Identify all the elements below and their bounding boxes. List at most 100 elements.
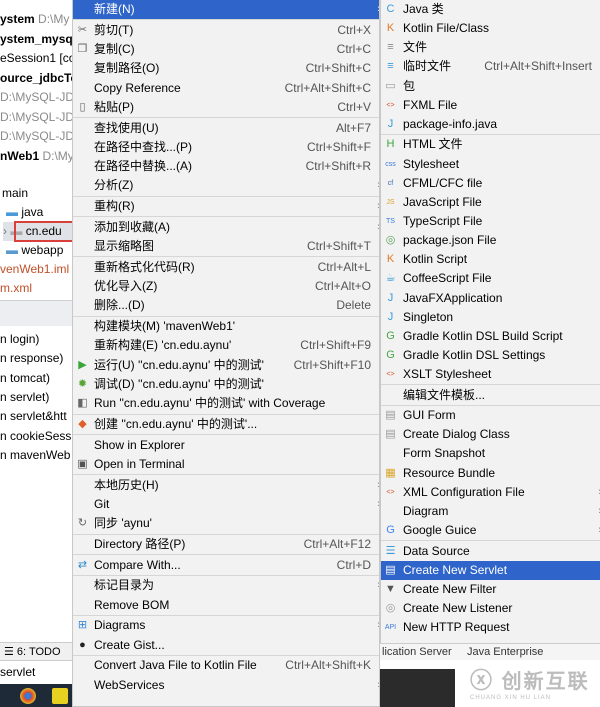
- menu-item[interactable]: ↻ 同步 'aynu': [73, 514, 379, 533]
- menu-item[interactable]: ☰ Data Source: [381, 542, 600, 561]
- menu-item[interactable]: WebServices›: [73, 676, 379, 695]
- tree-node[interactable]: ource_jdbcTe: [0, 69, 72, 88]
- menu-item[interactable]: GGoogle Guice›: [381, 521, 600, 540]
- menu-item[interactable]: ▣ Open in Terminal: [73, 455, 379, 474]
- file-icon: ≡: [387, 41, 394, 54]
- menu-item[interactable]: Diagram›: [381, 502, 600, 521]
- menu-item[interactable]: 复制路径(O) Ctrl+Shift+C: [73, 59, 379, 78]
- menu-item[interactable]: 重构(R)›: [73, 197, 379, 216]
- menu-item[interactable]: ◆ 创建 ''cn.edu.aynu' 中的测试'...: [73, 415, 379, 434]
- menu-item[interactable]: ◧ Run ''cn.edu.aynu' 中的测试' with Coverage: [73, 394, 379, 413]
- menu-item[interactable]: K Kotlin Script: [381, 250, 600, 269]
- menu-item[interactable]: 优化导入(Z) Ctrl+Alt+O: [73, 277, 379, 296]
- menu-item[interactable]: 重新格式化代码(R) Ctrl+Alt+L: [73, 258, 379, 277]
- tree-node-main[interactable]: main: [2, 184, 28, 203]
- menu-item[interactable]: ▦ Resource Bundle: [381, 464, 600, 483]
- menu-item[interactable]: ▭ 包: [381, 77, 600, 96]
- run-config-item[interactable]: n servlet&htt: [0, 407, 67, 426]
- menu-item[interactable]: 新建(N)›: [73, 0, 379, 20]
- menu-item[interactable]: Convert Java File to Kotlin File Ctrl+Alt…: [73, 656, 379, 675]
- todo-tab[interactable]: ☰ 6: TODO: [0, 642, 72, 660]
- menu-item[interactable]: css Stylesheet: [381, 155, 600, 174]
- menu-item[interactable]: 分析(Z)›: [73, 176, 379, 195]
- run-config-item[interactable]: n response): [0, 349, 63, 368]
- menu-item[interactable]: 在路径中查找...(P) Ctrl+Shift+F: [73, 138, 379, 157]
- menu-item[interactable]: cf CFML/CFC file: [381, 174, 600, 193]
- menu-item[interactable]: J JavaFXApplication: [381, 289, 600, 308]
- menu-item[interactable]: 编辑文件模板...: [381, 386, 600, 405]
- menu-item[interactable]: ▤ Create Dialog Class: [381, 425, 600, 444]
- run-config-item[interactable]: n servlet): [0, 388, 49, 407]
- chrome-icon[interactable]: [20, 688, 36, 704]
- run-config-item[interactable]: n login): [0, 330, 39, 349]
- menu-item[interactable]: 构建模块(M) 'mavenWeb1': [73, 317, 379, 336]
- menu-item[interactable]: Copy Reference Ctrl+Alt+Shift+C: [73, 79, 379, 98]
- menu-item[interactable]: ✹ 调试(D) ''cn.edu.aynu' 中的测试': [73, 375, 379, 394]
- menu-item[interactable]: Show in Explorer: [73, 436, 379, 455]
- run-config-item[interactable]: n tomcat): [0, 369, 50, 388]
- tree-node-pom[interactable]: m.xml: [0, 279, 32, 298]
- menu-item[interactable]: ▼ Create New Filter: [381, 580, 600, 599]
- menu-item[interactable]: ≡ 文件: [381, 38, 600, 57]
- menu-item[interactable]: J Singleton: [381, 308, 600, 327]
- tree-node-iml[interactable]: venWeb1.iml: [0, 260, 69, 279]
- menu-item-label: 构建模块(M) 'mavenWeb1': [94, 319, 236, 334]
- menu-item[interactable]: ☕ CoffeeScript File: [381, 269, 600, 288]
- menu-item[interactable]: Jpackage-info.java: [381, 115, 600, 134]
- menu-item[interactable]: 在路径中替换...(A) Ctrl+Shift+R: [73, 157, 379, 176]
- menu-item[interactable]: ✂ 剪切(T) Ctrl+X: [73, 21, 379, 40]
- menu-item[interactable]: 显示缩略图 Ctrl+Shift+T: [73, 237, 379, 256]
- menu-item-label: 显示缩略图: [94, 239, 155, 254]
- tree-node-java[interactable]: ▬ java: [6, 203, 43, 222]
- menu-item[interactable]: <>XML Configuration File›: [381, 483, 600, 502]
- menu-item[interactable]: Form Snapshot: [381, 444, 600, 463]
- menu-item[interactable]: ● Create Gist...: [73, 636, 379, 655]
- run-config-item[interactable]: n mavenWeb: [0, 446, 70, 465]
- menu-item[interactable]: G Gradle Kotlin DSL Build Script: [381, 327, 600, 346]
- menu-item[interactable]: ❐ 复制(C) Ctrl+C: [73, 40, 379, 59]
- menu-item[interactable]: Remove BOM: [73, 596, 379, 615]
- menu-item[interactable]: Git›: [73, 495, 379, 514]
- menu-item[interactable]: TS TypeScript File: [381, 212, 600, 231]
- menu-item[interactable]: ▤ GUI Form: [381, 406, 600, 425]
- tab-java-enterprise[interactable]: Java Enterprise: [467, 646, 543, 658]
- tree-node[interactable]: ystem D:\My: [0, 10, 69, 29]
- menu-item[interactable]: ▤ Create New Servlet: [381, 560, 600, 580]
- menu-item[interactable]: 删除...(D) Delete: [73, 296, 379, 315]
- menu-item[interactable]: 查找使用(U) Alt+F7: [73, 119, 379, 138]
- menu-item-label: Remove BOM: [94, 597, 170, 612]
- menu-item[interactable]: ▯ 粘贴(P) Ctrl+V: [73, 98, 379, 117]
- menu-item[interactable]: <> XSLT Stylesheet: [381, 365, 600, 384]
- java-class-icon: C: [386, 3, 395, 15]
- menu-item[interactable]: <> FXML File: [381, 96, 600, 115]
- tree-node[interactable]: eSession1 [coo: [0, 49, 72, 68]
- menu-item[interactable]: ◎ package.json File: [381, 231, 600, 250]
- menu-item[interactable]: 重新构建(E) 'cn.edu.aynu' Ctrl+Shift+F9: [73, 336, 379, 355]
- menu-item[interactable]: ≡ 临时文件 Ctrl+Alt+Shift+Insert: [381, 57, 600, 76]
- menu-item[interactable]: ⊞Diagrams›: [73, 616, 379, 635]
- tree-node[interactable]: nWeb1 D:\My: [0, 147, 72, 166]
- menu-item[interactable]: C Java 类: [381, 0, 600, 19]
- menu-item[interactable]: API New HTTP Request: [381, 618, 600, 637]
- menu-item[interactable]: K Kotlin File/Class: [381, 19, 600, 38]
- menu-item[interactable]: 添加到收藏(A)›: [73, 218, 379, 237]
- menu-item[interactable]: ⇄ Compare With... Ctrl+D: [73, 556, 379, 575]
- menu-item-label: 在路径中查找...(P): [94, 139, 192, 154]
- run-config-item[interactable]: n cookieSessi: [0, 427, 72, 446]
- app-icon[interactable]: [52, 688, 68, 704]
- menu-item[interactable]: ▶ 运行(U) ''cn.edu.aynu' 中的测试' Ctrl+Shift+F1…: [73, 356, 379, 375]
- menu-item[interactable]: H HTML 文件: [381, 135, 600, 154]
- menu-item[interactable]: ◎ Create New Listener: [381, 599, 600, 618]
- tree-node[interactable]: D:\MySQL-JDE: [0, 127, 72, 146]
- database-icon: ☰: [385, 544, 396, 557]
- tree-node-webapp[interactable]: ▬ webapp: [6, 241, 63, 260]
- menu-item[interactable]: G Gradle Kotlin DSL Settings: [381, 346, 600, 365]
- menu-item[interactable]: 本地历史(H)›: [73, 476, 379, 495]
- tree-node[interactable]: D:\MySQL-JD: [0, 88, 72, 107]
- tree-node[interactable]: ystem_mysql: [0, 30, 72, 49]
- menu-item[interactable]: JS JavaScript File: [381, 193, 600, 212]
- menu-item[interactable]: Directory 路径(P) Ctrl+Alt+F12: [73, 535, 379, 554]
- menu-item[interactable]: 标记目录为›: [73, 576, 379, 595]
- tab-application-servers[interactable]: lication Server: [382, 646, 452, 658]
- tree-node[interactable]: D:\MySQL-JDI: [0, 108, 72, 127]
